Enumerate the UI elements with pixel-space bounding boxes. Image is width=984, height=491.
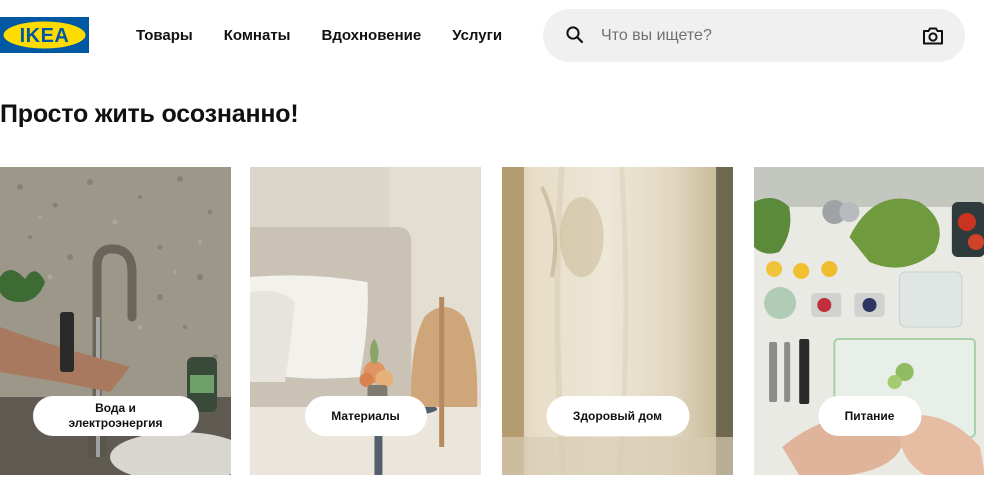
- card-label-line2: электроэнергия: [68, 416, 163, 430]
- card-materials[interactable]: Материалы: [250, 167, 481, 475]
- nav-item-services[interactable]: Услуги: [452, 26, 502, 46]
- card-label-water-energy[interactable]: Вода и электроэнергия: [32, 396, 199, 436]
- card-label-nutrition[interactable]: Питание: [818, 396, 921, 436]
- card-water-energy[interactable]: Вода и электроэнергия: [0, 167, 231, 475]
- ikea-logo[interactable]: IKEA: [0, 17, 89, 53]
- card-healthy-home[interactable]: Здоровый дом: [502, 167, 733, 475]
- nav-item-inspiration[interactable]: Вдохновение: [322, 26, 422, 46]
- nav-item-products[interactable]: Товары: [136, 26, 193, 46]
- nav-item-rooms[interactable]: Комнаты: [224, 26, 291, 46]
- search-bar: [543, 9, 965, 62]
- card-label-line1: Вода и: [95, 401, 136, 415]
- camera-icon[interactable]: [921, 25, 945, 47]
- main-nav: Товары Комнаты Вдохновение Услуги: [136, 26, 533, 46]
- search-input[interactable]: [601, 21, 901, 51]
- card-nutrition[interactable]: Питание: [754, 167, 984, 475]
- card-label-materials[interactable]: Материалы: [304, 396, 427, 436]
- ikea-logo-graphic: IKEA: [0, 17, 89, 53]
- logo-text: IKEA: [20, 25, 70, 47]
- site-header: IKEA Товары Комнаты Вдохновение Услуги: [0, 0, 984, 72]
- search-icon[interactable]: [565, 25, 585, 45]
- page-title: Просто жить осознанно!: [0, 100, 299, 128]
- card-label-healthy-home[interactable]: Здоровый дом: [546, 396, 689, 436]
